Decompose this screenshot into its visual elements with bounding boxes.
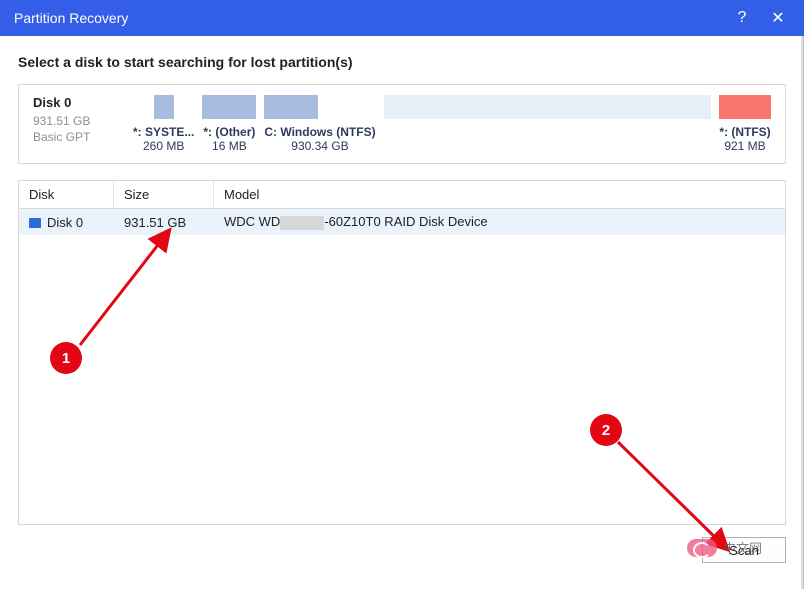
disk-total-size: 931.51 GB [33,114,119,128]
cell-disk-text: Disk 0 [47,215,83,230]
partition-size: 921 MB [724,139,765,153]
partition-label: *: SYSTE... [133,125,194,139]
partition-ntfs[interactable]: *: (NTFS) 921 MB [719,95,771,153]
partition-label: *: (Other) [203,125,255,139]
redacted-segment [280,216,324,230]
disk-table: Disk Size Model Disk 0 931.51 GB WDC WD -… [18,180,786,235]
footer: Scan [0,525,804,575]
partition-system[interactable]: *: SYSTE... 260 MB [133,95,194,153]
partition-windows[interactable]: C: Windows (NTFS) 930.34 GB [264,95,375,153]
partition-bar-icon [264,95,318,119]
table-header-row: Disk Size Model [19,181,785,209]
partition-size: 260 MB [143,139,184,153]
table-empty-area [18,235,786,525]
partition-label: *: (NTFS) [719,125,770,139]
cell-size: 931.51 GB [114,215,214,230]
partition-bars: *: SYSTE... 260 MB *: (Other) 16 MB C: W… [133,95,771,153]
model-suffix: -60Z10T0 RAID Disk Device [324,214,487,229]
help-button[interactable]: ? [724,0,760,36]
title-bar: Partition Recovery ? ✕ [0,0,804,36]
partition-other[interactable]: *: (Other) 16 MB [202,95,256,153]
partition-bar-icon [719,95,771,119]
disk-icon [29,218,41,228]
col-header-size[interactable]: Size [114,181,214,208]
watermark-text: 中文网 [723,538,762,557]
partition-size: 16 MB [212,139,247,153]
window-title: Partition Recovery [14,10,724,26]
col-header-disk[interactable]: Disk [19,181,114,208]
close-button[interactable]: ✕ [760,0,796,36]
page-subtitle: Select a disk to start searching for los… [18,54,786,70]
cell-model: WDC WD -60Z10T0 RAID Disk Device [214,214,785,230]
watermark-logo-icon [687,539,717,557]
disk-info: Disk 0 931.51 GB Basic GPT [33,95,119,144]
disk-scheme: Basic GPT [33,130,119,144]
partition-bar-icon [154,95,174,119]
partition-filler-bar [384,95,711,119]
disk-overview-card[interactable]: Disk 0 931.51 GB Basic GPT *: SYSTE... 2… [18,84,786,164]
table-row[interactable]: Disk 0 931.51 GB WDC WD -60Z10T0 RAID Dis… [19,209,785,235]
watermark: 中文网 [687,538,762,557]
col-header-model[interactable]: Model [214,181,785,208]
partition-bar-icon [202,95,256,119]
content-area: Select a disk to start searching for los… [0,36,804,525]
disk-name: Disk 0 [33,95,119,110]
partition-label: C: Windows (NTFS) [264,125,375,139]
cell-disk: Disk 0 [19,215,114,230]
partition-size: 930.34 GB [291,139,348,153]
model-prefix: WDC WD [224,214,280,229]
